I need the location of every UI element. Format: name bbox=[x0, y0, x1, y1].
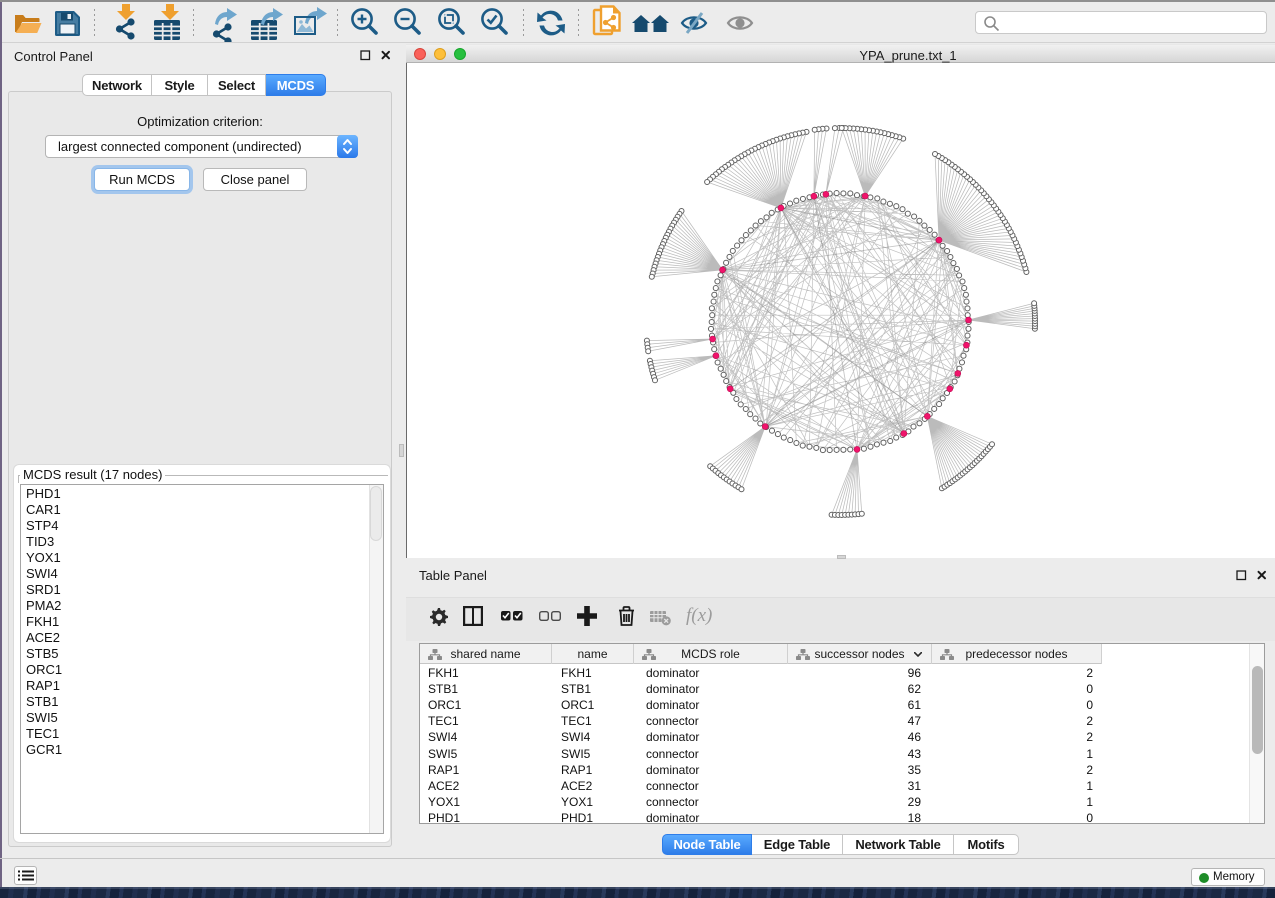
svg-text:f(x): f(x) bbox=[686, 605, 712, 626]
